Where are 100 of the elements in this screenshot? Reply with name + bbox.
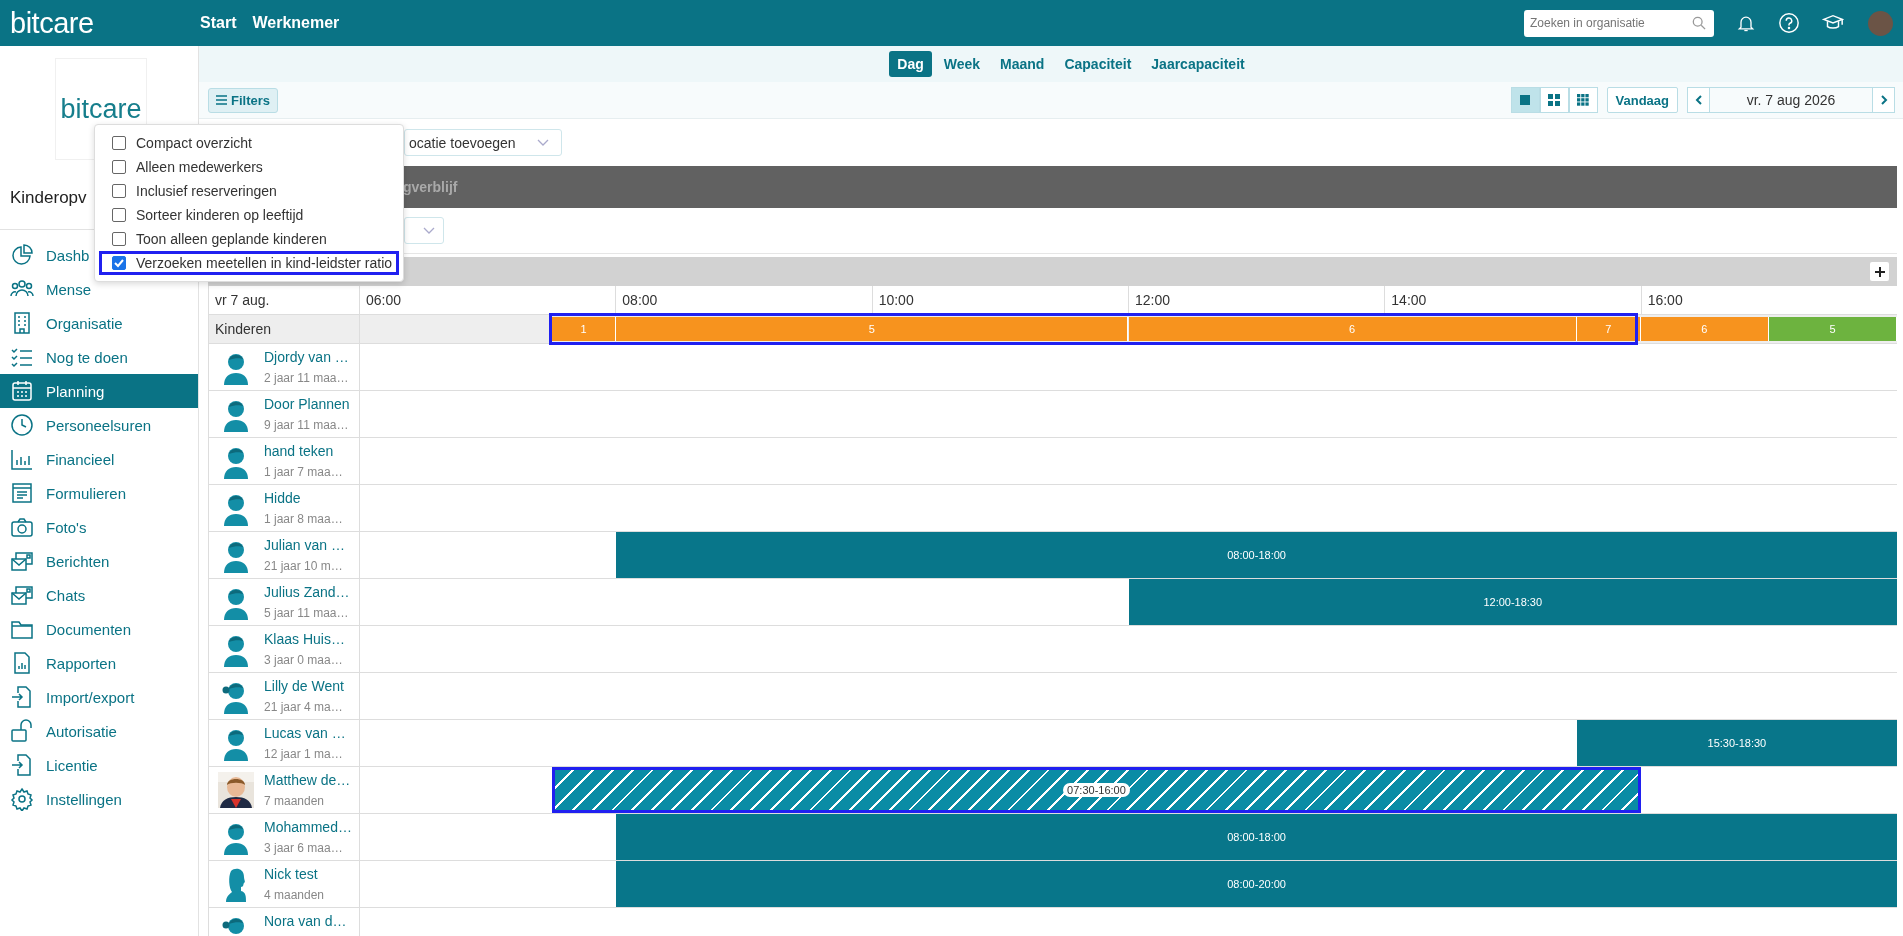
child-name[interactable]: Lucas van …: [264, 725, 346, 741]
next-button[interactable]: [1872, 87, 1895, 113]
child-age: 1 jaar 7 maa…: [264, 465, 343, 479]
chevron-down-icon: [423, 226, 435, 235]
booking-bar[interactable]: 08:00-18:00: [616, 814, 1897, 860]
child-age: 9 jaar 11 maa…: [264, 418, 350, 432]
logo: bitcare: [60, 93, 142, 125]
nav-link[interactable]: Start: [200, 14, 237, 32]
form-icon: [10, 481, 34, 505]
option-label: Sorteer kinderen op leeftijd: [136, 207, 304, 223]
sidebar-item[interactable]: Formulieren: [0, 476, 198, 510]
child-name[interactable]: hand teken: [264, 443, 343, 459]
child-age: 2 jaar 11 maa…: [264, 371, 349, 385]
child-age: 21 jaar 10 m…: [264, 559, 344, 573]
view-tab[interactable]: Dag: [889, 51, 932, 77]
sidebar-item[interactable]: Financieel: [0, 442, 198, 476]
add-button[interactable]: [1870, 262, 1889, 281]
help-icon[interactable]: [1778, 12, 1800, 34]
sidebar-item[interactable]: Organisatie: [0, 306, 198, 340]
child-age: 5 jaar 11 maa…: [264, 606, 350, 620]
filter-option[interactable]: Inclusief reserveringen: [99, 179, 399, 203]
sidebar-item[interactable]: Instellingen: [0, 782, 198, 816]
chevron-right-icon: [1879, 95, 1888, 105]
chevron-down-icon: [537, 138, 549, 147]
child-name[interactable]: Nora van d…: [264, 913, 347, 929]
child-name[interactable]: Matthew de…: [264, 772, 351, 788]
booking-bar[interactable]: 07:30-16:00: [552, 767, 1641, 813]
child-name[interactable]: Hidde: [264, 490, 343, 506]
sidebar-item[interactable]: Import/export: [0, 680, 198, 714]
child-name[interactable]: Djordy van …: [264, 349, 349, 365]
sidebar-item[interactable]: Documenten: [0, 612, 198, 646]
ratio-segment: 6: [1128, 317, 1577, 341]
checkbox[interactable]: [112, 184, 126, 198]
pie-chart-icon: [10, 243, 34, 267]
booking-bar[interactable]: 08:00-20:00: [616, 861, 1897, 907]
four-grid-button[interactable]: [1539, 87, 1569, 113]
organization-name: Kinderopv: [10, 188, 87, 208]
search-icon: [1692, 15, 1706, 30]
filter-option[interactable]: Toon alleen geplande kinderen: [99, 227, 399, 251]
checkbox[interactable]: [112, 160, 126, 174]
time-label: 14:00: [1391, 292, 1427, 308]
child-age: 4 maanden: [264, 888, 325, 902]
child-name[interactable]: Nick test: [264, 866, 325, 882]
grid-icon: [1548, 94, 1561, 106]
filters-button[interactable]: Filters: [208, 87, 278, 113]
booking-bar[interactable]: 12:00-18:30: [1128, 579, 1897, 625]
document-arrow-icon: [10, 753, 34, 777]
view-tab[interactable]: Capaciteit: [1056, 51, 1140, 77]
sidebar-item[interactable]: Mense: [0, 272, 198, 306]
child-name[interactable]: Mohammed…: [264, 819, 352, 835]
option-label: Verzoeken meetellen in kind-leidster ratio: [136, 255, 393, 271]
sidebar-item[interactable]: Rapporten: [0, 646, 198, 680]
time-label: 08:00: [622, 292, 658, 308]
date-field[interactable]: vr. 7 aug 2026: [1710, 87, 1872, 113]
option-label: Toon alleen geplande kinderen: [136, 231, 327, 247]
single-view-button[interactable]: [1510, 87, 1540, 113]
checkbox[interactable]: [112, 232, 126, 246]
child-name[interactable]: Julian van …: [264, 537, 345, 553]
sidebar-item[interactable]: Foto's: [0, 510, 198, 544]
filter-option[interactable]: Sorteer kinderen op leeftijd: [99, 203, 399, 227]
option-label: Compact overzicht: [136, 135, 252, 151]
view-tab[interactable]: Jaarcapaciteit: [1143, 51, 1253, 77]
child-name[interactable]: Klaas Huis…: [264, 631, 345, 647]
search-field[interactable]: Zoeken in organisatie: [1524, 9, 1714, 37]
sidebar-item[interactable]: Nog te doen: [0, 340, 198, 374]
ratio-segment: 1: [552, 317, 617, 341]
child-name[interactable]: Door Plannen: [264, 396, 350, 412]
square-icon: [1519, 94, 1532, 106]
filter-option[interactable]: Verzoeken meetellen in kind-leidster ratio: [99, 251, 399, 275]
sidebar-item[interactable]: Autorisatie: [0, 714, 198, 748]
child-name[interactable]: Julius Zand…: [264, 584, 350, 600]
child-age: 21 jaar 4 ma…: [264, 700, 344, 714]
grid-icon: [1577, 94, 1590, 106]
view-tab[interactable]: Week: [935, 51, 989, 77]
today-button[interactable]: Vandaag: [1606, 87, 1678, 113]
filter-option[interactable]: Alleen medewerkers: [99, 155, 399, 179]
time-label: 10:00: [878, 292, 914, 308]
checkbox[interactable]: [112, 256, 126, 270]
filter-option[interactable]: Compact overzicht: [99, 131, 399, 155]
checklist-icon: [10, 345, 34, 369]
time-label: 12:00: [1135, 292, 1171, 308]
sidebar-item[interactable]: Licentie: [0, 748, 198, 782]
checkbox[interactable]: [112, 208, 126, 222]
envelope-icon: [10, 583, 34, 607]
chevron-left-icon: [1694, 95, 1703, 105]
booking-bar[interactable]: 15:30-18:30: [1576, 720, 1897, 766]
view-tab[interactable]: Maand: [992, 51, 1053, 77]
child-name[interactable]: Lilly de Went: [264, 678, 344, 694]
checkbox[interactable]: [112, 136, 126, 150]
sidebar-item[interactable]: Planning: [0, 374, 198, 408]
nine-grid-button[interactable]: [1568, 87, 1598, 113]
sidebar-item[interactable]: Berichten: [0, 544, 198, 578]
nav-link[interactable]: Werknemer: [252, 14, 340, 32]
location-select[interactable]: ocatie toevoegen: [404, 129, 562, 156]
sidebar-item[interactable]: Personeelsuren: [0, 408, 198, 442]
option-label: Inclusief reserveringen: [136, 183, 277, 199]
sidebar-item[interactable]: Chats: [0, 578, 198, 612]
calendar-icon: [10, 379, 34, 403]
booking-bar[interactable]: 08:00-18:00: [616, 532, 1897, 578]
previous-button[interactable]: [1687, 87, 1710, 113]
